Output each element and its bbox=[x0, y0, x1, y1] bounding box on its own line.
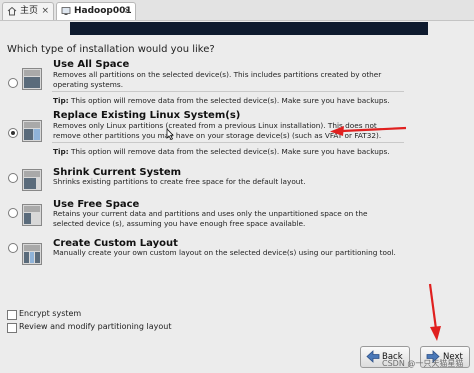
option-description: Retains your current data and partitions… bbox=[53, 209, 368, 228]
hard-disk-icon bbox=[22, 204, 42, 226]
review-partitioning-label: Review and modify partitioning layout bbox=[19, 322, 172, 331]
arrow-left-icon bbox=[366, 350, 380, 363]
hard-disk-icon bbox=[22, 243, 42, 265]
annotation-arrow-icon bbox=[428, 283, 441, 341]
tab-bar: 主页 × Hadoop001 × bbox=[0, 0, 474, 21]
option-description: Manually create your own custom layout o… bbox=[53, 248, 396, 257]
divider bbox=[52, 142, 404, 143]
tab-home-label: 主页 bbox=[20, 6, 39, 16]
option-tip: Tip: This option will remove data from t… bbox=[53, 96, 390, 105]
radio-shrink-current-system[interactable] bbox=[8, 173, 18, 183]
option-description: Removes all partitions on the selected d… bbox=[53, 70, 382, 89]
radio-use-all-space[interactable] bbox=[8, 78, 18, 88]
tab-hadoop001[interactable]: Hadoop001 × bbox=[56, 2, 136, 20]
option-description: Shrinks existing partitions to create fr… bbox=[53, 177, 306, 186]
review-partitioning-checkbox[interactable] bbox=[7, 323, 17, 333]
radio-create-custom-layout[interactable] bbox=[8, 243, 18, 253]
radio-replace-existing-linux[interactable] bbox=[8, 128, 18, 138]
hard-disk-icon bbox=[22, 68, 42, 90]
mouse-cursor-icon bbox=[166, 128, 174, 140]
tab-home[interactable]: 主页 × bbox=[2, 2, 54, 20]
home-icon bbox=[7, 6, 17, 16]
divider bbox=[52, 91, 404, 92]
hard-disk-icon bbox=[22, 169, 42, 191]
watermark: CSDN @一只天猫星猫 bbox=[382, 359, 464, 368]
option-tip: Tip: This option will remove data from t… bbox=[53, 147, 390, 156]
close-icon[interactable]: × bbox=[41, 3, 49, 20]
annotation-arrow-icon bbox=[330, 126, 407, 136]
hard-disk-icon bbox=[22, 120, 42, 142]
close-icon[interactable]: × bbox=[123, 3, 131, 20]
vm-icon bbox=[61, 7, 71, 15]
option-title: Use All Space bbox=[53, 59, 130, 70]
option-title: Replace Existing Linux System(s) bbox=[53, 110, 241, 121]
installer-banner bbox=[70, 22, 428, 35]
installation-question: Which type of installation would you lik… bbox=[7, 44, 215, 55]
encrypt-system-checkbox[interactable] bbox=[7, 310, 17, 320]
encrypt-system-label: Encrypt system bbox=[19, 309, 82, 318]
radio-use-free-space[interactable] bbox=[8, 208, 18, 218]
